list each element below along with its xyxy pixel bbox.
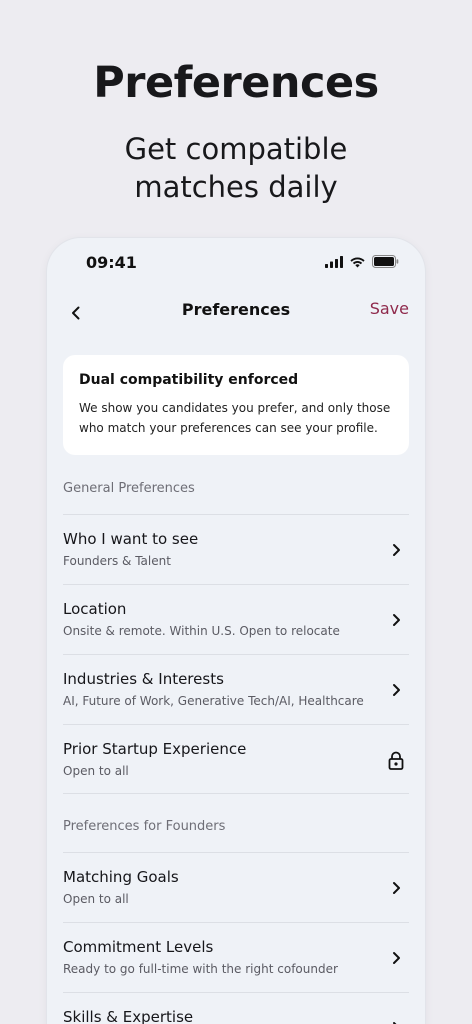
row-prior-startup-experience[interactable]: Prior Startup Experience Open to all [63, 724, 409, 794]
row-subtitle: Open to all [63, 764, 129, 778]
row-subtitle: Open to all [63, 892, 129, 906]
status-time: 09:41 [86, 253, 137, 272]
info-card-title: Dual compatibility enforced [79, 372, 299, 388]
save-button[interactable]: Save [370, 299, 409, 318]
lock-icon [388, 751, 404, 770]
info-card-body: We show you candidates you prefer, and o… [79, 401, 391, 435]
row-skills-expertise[interactable]: Skills & Expertise [63, 992, 409, 1024]
row-subtitle: AI, Future of Work, Generative Tech/AI, … [63, 694, 364, 708]
chevron-right-icon [393, 614, 400, 626]
row-title: Industries & Interests [63, 670, 224, 688]
divider [63, 793, 409, 794]
row-title: Matching Goals [63, 868, 179, 886]
row-commitment-levels[interactable]: Commitment Levels Ready to go full-time … [63, 922, 409, 992]
info-card: Dual compatibility enforced We show you … [63, 355, 409, 455]
row-subtitle: Founders & Talent [63, 554, 171, 568]
row-who-i-want-to-see[interactable]: Who I want to see Founders & Talent [63, 514, 409, 584]
row-matching-goals[interactable]: Matching Goals Open to all [63, 852, 409, 922]
row-title: Who I want to see [63, 530, 199, 548]
signal-icon [325, 255, 343, 268]
hero-subtitle: Get compatible matches daily [124, 132, 348, 204]
row-title: Commitment Levels [63, 938, 214, 956]
status-icons [325, 255, 399, 268]
row-industries-interests[interactable]: Industries & Interests AI, Future of Wor… [63, 654, 409, 724]
chevron-right-icon [393, 952, 400, 964]
row-subtitle: Ready to go full-time with the right cof… [63, 962, 338, 976]
row-title: Location [63, 600, 127, 618]
chevron-right-icon [393, 684, 400, 696]
section-header-general: General Preferences [63, 481, 195, 496]
chevron-right-icon [393, 544, 400, 556]
page-title: Preferences [181, 300, 291, 319]
chevron-right-icon [393, 1022, 397, 1024]
row-title: Skills & Expertise [63, 1008, 194, 1024]
hero-title: Preferences [93, 58, 379, 108]
row-location[interactable]: Location Onsite & remote. Within U.S. Op… [63, 584, 409, 654]
row-subtitle: Onsite & remote. Within U.S. Open to rel… [63, 624, 340, 638]
section-header-founders: Preferences for Founders [63, 819, 226, 834]
wifi-icon [350, 257, 365, 267]
battery-icon [372, 255, 399, 268]
row-title: Prior Startup Experience [63, 740, 247, 758]
chevron-right-icon [393, 882, 400, 894]
phone-frame: 09:41 Preferences Save Dual compatibilit… [47, 238, 425, 1024]
